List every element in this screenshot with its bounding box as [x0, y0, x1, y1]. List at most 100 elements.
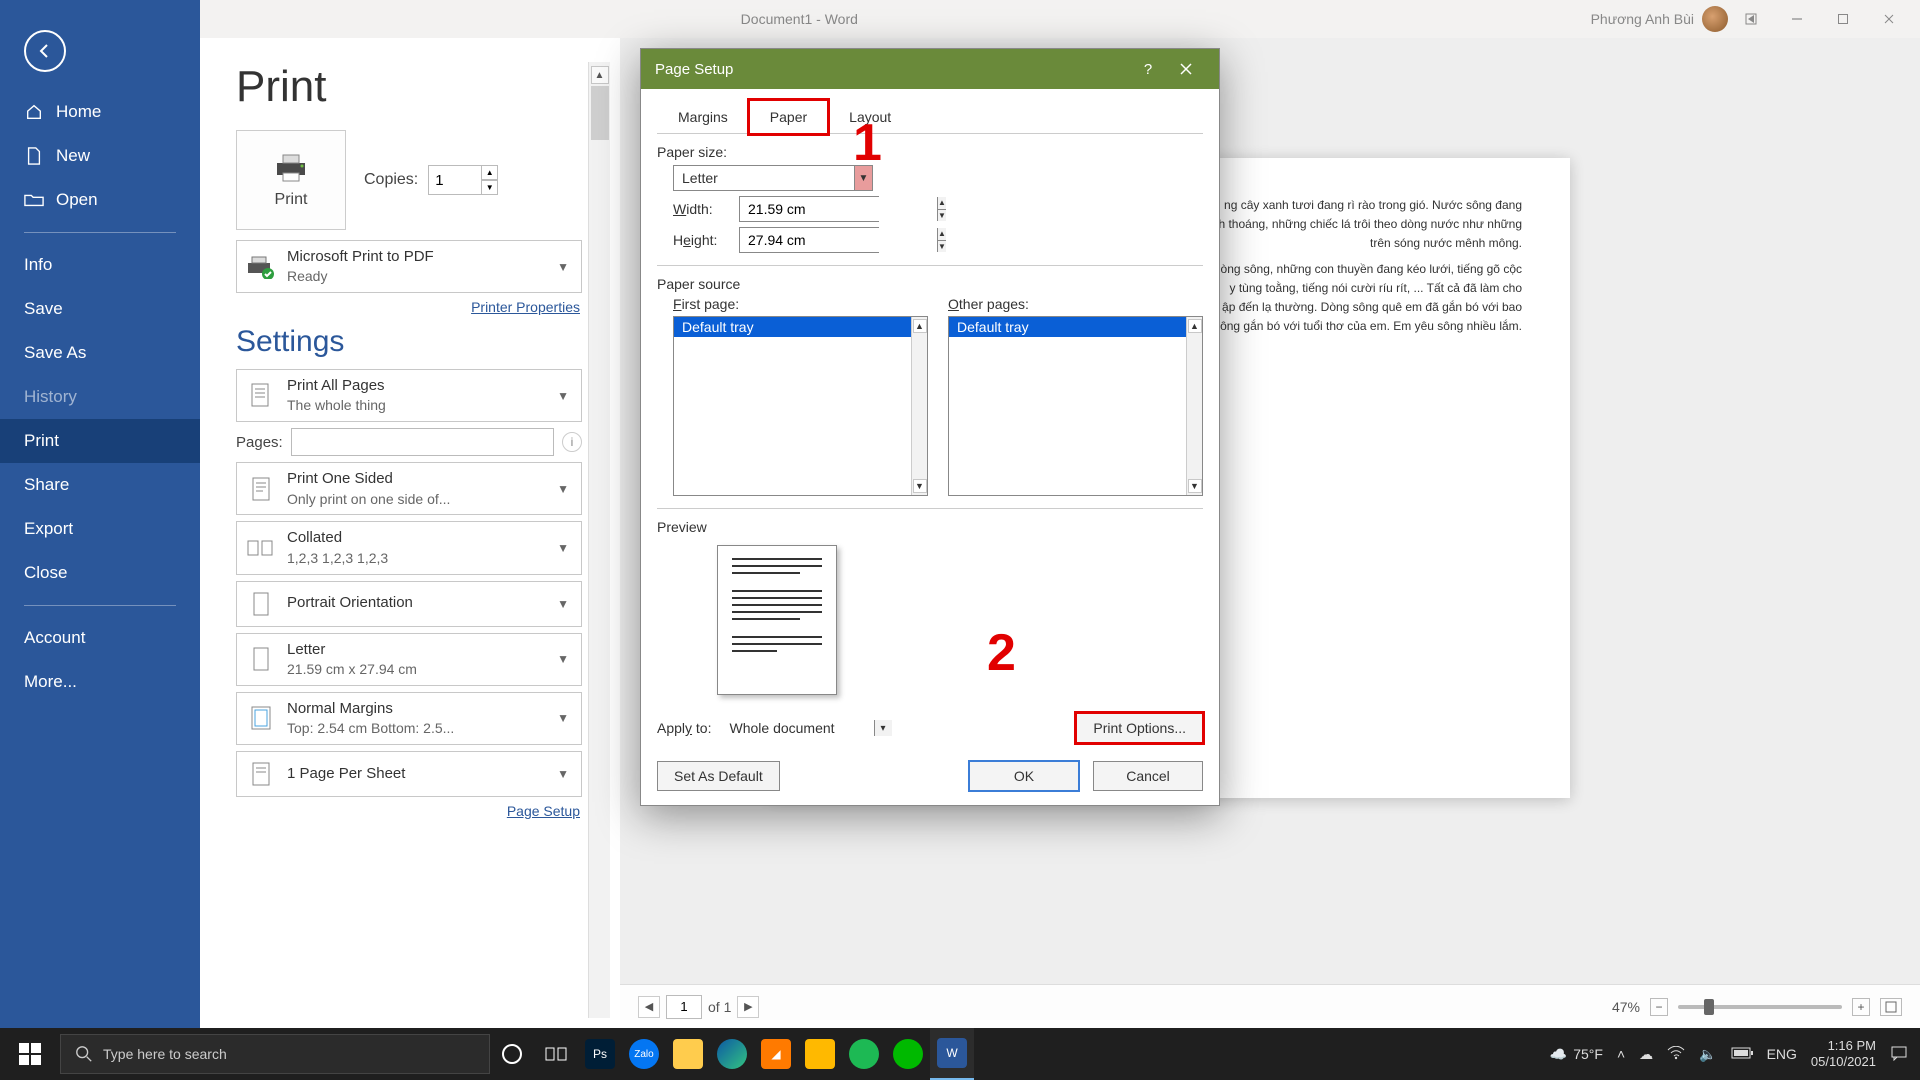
taskbar-app-stickynotes[interactable] — [798, 1028, 842, 1080]
maximize-icon[interactable] — [1820, 0, 1866, 38]
onedrive-icon[interactable]: ☁ — [1639, 1046, 1653, 1063]
sidebar-item-new[interactable]: New — [0, 134, 200, 178]
sidebar-item-open[interactable]: Open — [0, 178, 200, 222]
sidebar-item-home[interactable]: Home — [0, 90, 200, 134]
dialog-close-icon[interactable] — [1167, 49, 1205, 89]
first-page-listbox[interactable]: Default tray ▲▼ — [673, 316, 928, 496]
weather-icon: ☁️ — [1550, 1046, 1567, 1063]
sidebar-item-save[interactable]: Save — [0, 287, 200, 331]
scrollbar[interactable]: ▲▼ — [1186, 317, 1202, 495]
sidebar-item-info[interactable]: Info — [0, 243, 200, 287]
tab-margins[interactable]: Margins — [657, 100, 749, 134]
taskbar-app-zalo[interactable]: Zalo — [622, 1028, 666, 1080]
start-button[interactable] — [0, 1028, 60, 1080]
volume-icon[interactable]: 🔈 — [1699, 1046, 1716, 1063]
notifications-icon[interactable] — [1890, 1045, 1908, 1064]
ok-button[interactable]: OK — [969, 761, 1079, 791]
set-as-default-button[interactable]: Set As Default — [657, 761, 780, 791]
window-titlebar: Document1 - Word Phương Anh Bùi — [0, 0, 1920, 38]
wifi-icon[interactable] — [1667, 1046, 1685, 1063]
preview-label: Preview — [657, 519, 1203, 535]
list-item-selected[interactable]: Default tray — [674, 317, 927, 337]
spinner-up-icon[interactable]: ▲ — [482, 165, 498, 180]
taskbar-app-spotify[interactable] — [842, 1028, 886, 1080]
copies-spinner[interactable]: ▲▼ — [428, 165, 498, 195]
scroll-up-icon[interactable]: ▲ — [591, 66, 609, 84]
chevron-down-icon[interactable]: ▾ — [874, 720, 892, 736]
back-button[interactable] — [24, 30, 66, 72]
sidebar-item-close[interactable]: Close — [0, 551, 200, 595]
zoom-slider[interactable] — [1678, 1005, 1842, 1009]
dialog-titlebar[interactable]: Page Setup ? — [641, 49, 1219, 89]
page-total: of 1 — [708, 999, 731, 1015]
help-icon[interactable]: ? — [1129, 49, 1167, 89]
prev-page-button[interactable]: ◀ — [638, 996, 660, 1018]
sidebar-item-more[interactable]: More... — [0, 660, 200, 704]
close-icon[interactable] — [1866, 0, 1912, 38]
pages-input[interactable] — [291, 428, 554, 456]
spinner-down-icon[interactable]: ▼ — [482, 180, 498, 195]
settings-scrollbar[interactable]: ▲ — [588, 62, 610, 1018]
clock[interactable]: 1:16 PM 05/10/2021 — [1811, 1038, 1876, 1069]
tray-chevron-up-icon[interactable]: ˄ — [1617, 1046, 1625, 1062]
sidebar-item-print[interactable]: Print — [0, 419, 200, 463]
minimize-icon[interactable] — [1774, 0, 1820, 38]
print-range-selector[interactable]: Print All PagesThe whole thing ▼ — [236, 369, 582, 422]
copies-input[interactable] — [428, 165, 482, 195]
taskbar-app-pdf[interactable]: ◢ — [754, 1028, 798, 1080]
height-input[interactable]: ▲▼ — [739, 227, 879, 253]
next-page-button[interactable]: ▶ — [737, 996, 759, 1018]
sidebar-item-export[interactable]: Export — [0, 507, 200, 551]
print-options-button[interactable]: Print Options... — [1076, 713, 1203, 743]
user-area[interactable]: Phương Anh Bùi — [1591, 6, 1728, 32]
list-item-selected[interactable]: Default tray — [949, 317, 1202, 337]
cancel-button[interactable]: Cancel — [1093, 761, 1203, 791]
width-input[interactable]: ▲▼ — [739, 196, 879, 222]
taskbar-app-line[interactable] — [886, 1028, 930, 1080]
info-icon[interactable]: i — [562, 432, 582, 452]
zoom-in-button[interactable]: + — [1852, 998, 1870, 1016]
printer-selector[interactable]: Microsoft Print to PDF Ready ▼ — [236, 240, 582, 293]
sidebar-item-account[interactable]: Account — [0, 616, 200, 660]
per-sheet-selector[interactable]: 1 Page Per Sheet ▼ — [236, 751, 582, 797]
spinner-up-icon[interactable]: ▲ — [937, 228, 946, 241]
taskbar-app-edge[interactable] — [710, 1028, 754, 1080]
paper-size-selector[interactable]: Letter21.59 cm x 27.94 cm ▼ — [236, 633, 582, 686]
apply-to-combo[interactable]: Whole document ▾ — [722, 720, 892, 736]
other-pages-listbox[interactable]: Default tray ▲▼ — [948, 316, 1203, 496]
spinner-down-icon[interactable]: ▼ — [937, 210, 946, 222]
weather-widget[interactable]: ☁️ 75°F — [1550, 1046, 1603, 1063]
task-view-icon[interactable] — [534, 1028, 578, 1080]
sidebar-item-save-as[interactable]: Save As — [0, 331, 200, 375]
sidebar-item-share[interactable]: Share — [0, 463, 200, 507]
document-title: Document1 - Word — [8, 11, 1591, 27]
orientation-selector[interactable]: Portrait Orientation ▼ — [236, 581, 582, 627]
current-page-input[interactable] — [666, 995, 702, 1019]
zoom-fit-button[interactable] — [1880, 998, 1902, 1016]
taskbar-app-explorer[interactable] — [666, 1028, 710, 1080]
battery-icon[interactable] — [1731, 1046, 1753, 1062]
avatar[interactable] — [1702, 6, 1728, 32]
taskbar-app-photoshop[interactable]: Ps — [578, 1028, 622, 1080]
annotation-1: 1 — [853, 113, 882, 173]
scrollbar[interactable]: ▲▼ — [911, 317, 927, 495]
collate-selector[interactable]: Collated1,2,3 1,2,3 1,2,3 ▼ — [236, 521, 582, 574]
tab-paper[interactable]: Paper — [749, 100, 828, 134]
paper-size-combo[interactable]: Letter ▼ — [673, 165, 873, 191]
zoom-controls: 47% − + — [1612, 998, 1902, 1016]
language-indicator[interactable]: ENG — [1767, 1046, 1797, 1062]
spinner-up-icon[interactable]: ▲ — [937, 197, 946, 210]
margins-selector[interactable]: Normal MarginsTop: 2.54 cm Bottom: 2.5..… — [236, 692, 582, 745]
taskbar-app-word[interactable]: W — [930, 1028, 974, 1080]
print-button[interactable]: Print — [236, 130, 346, 230]
sides-selector[interactable]: Print One SidedOnly print on one side of… — [236, 462, 582, 515]
page-setup-link[interactable]: Page Setup — [236, 803, 580, 819]
spinner-down-icon[interactable]: ▼ — [937, 241, 946, 253]
ribbon-display-icon[interactable] — [1728, 0, 1774, 38]
zoom-out-button[interactable]: − — [1650, 998, 1668, 1016]
cortana-icon[interactable] — [490, 1028, 534, 1080]
windows-taskbar: Type here to search Ps Zalo ◢ W ☁️ 75°F … — [0, 1028, 1920, 1080]
printer-properties-link[interactable]: Printer Properties — [236, 299, 580, 315]
scroll-thumb[interactable] — [591, 86, 609, 140]
taskbar-search[interactable]: Type here to search — [60, 1034, 490, 1074]
